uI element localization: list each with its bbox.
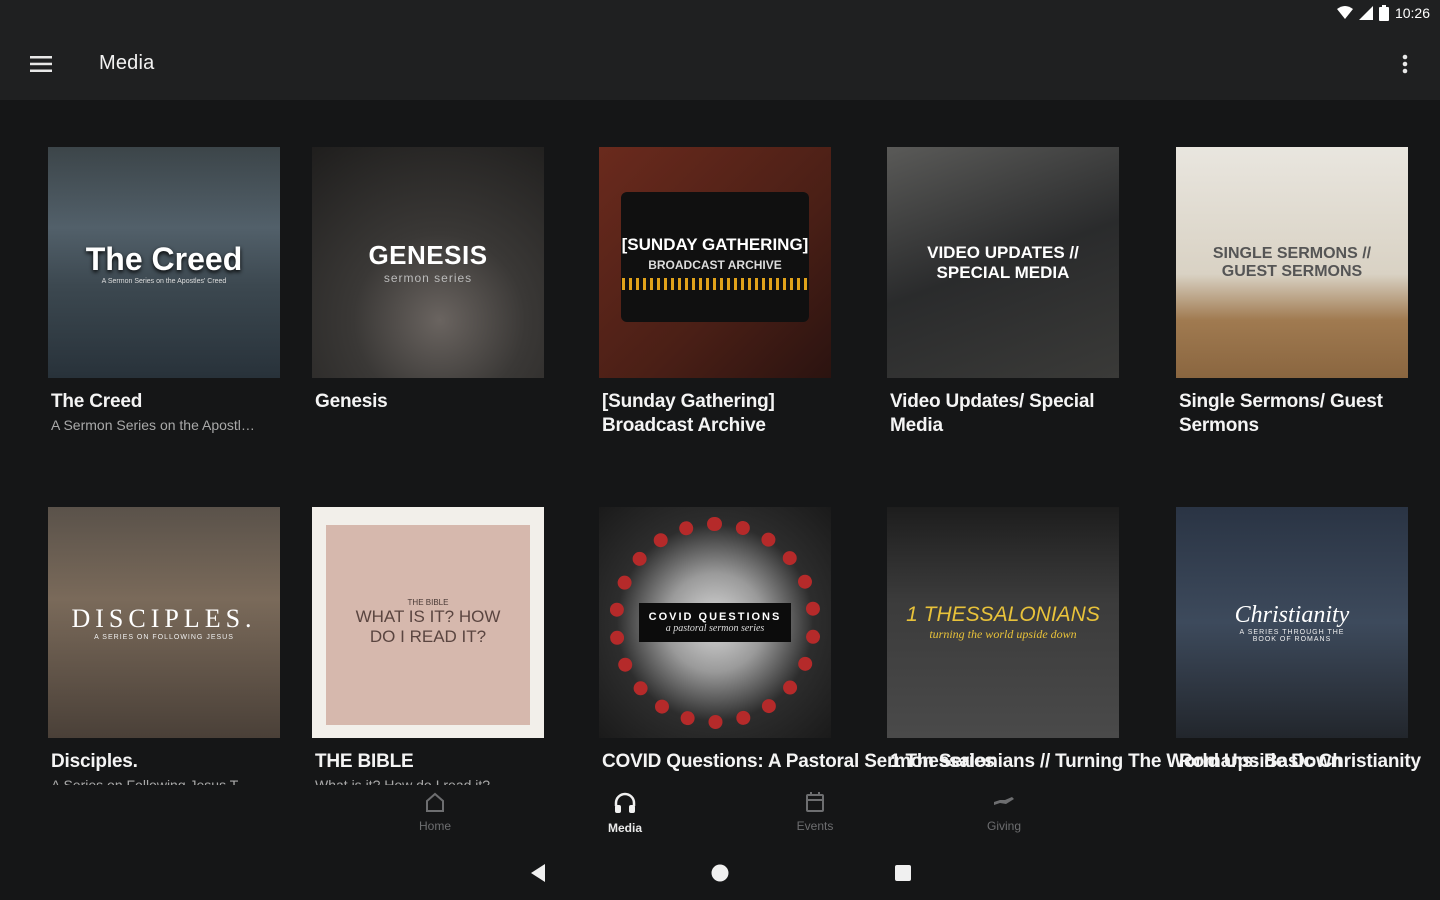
thumb-subtitle: sermon series [383, 271, 473, 285]
back-icon[interactable] [526, 861, 550, 885]
system-navigation-bar [0, 845, 1440, 900]
recents-icon[interactable] [891, 861, 915, 885]
card-subtitle: A Sermon Series on the Apostl… [51, 417, 255, 433]
media-card-the-bible[interactable]: THE BIBLE WHAT IS IT? HOW DO I READ IT? … [312, 507, 544, 785]
home-circle-icon[interactable] [708, 861, 732, 885]
wifi-icon [1336, 6, 1353, 19]
card-thumbnail: GENESIS sermon series [312, 147, 544, 378]
card-thumbnail: THE BIBLE WHAT IS IT? HOW DO I READ IT? [312, 507, 544, 738]
giving-icon [994, 797, 1014, 805]
card-thumbnail: Christianity A SERIES THROUGH THE BOOK O… [1176, 507, 1408, 738]
card-subtitle: What is it? How do I read it? [315, 777, 491, 785]
thumb-subtitle: A SERIES THROUGH THE BOOK OF ROMANS [1239, 629, 1345, 643]
media-card-video-updates[interactable]: VIDEO UPDATES // SPECIAL MEDIA Video Upd… [887, 147, 1119, 438]
thumb-title: 1 THESSALONIANS [906, 603, 1100, 626]
bottom-navigation: Home Media Events Giving [0, 785, 1440, 845]
thumb-title: COVID QUESTIONS [648, 611, 782, 623]
status-icons: 10:26 [1336, 5, 1430, 21]
nav-media[interactable]: Media [580, 791, 670, 835]
card-title: Genesis [315, 391, 388, 412]
media-card-genesis[interactable]: GENESIS sermon series Genesis [312, 147, 544, 414]
media-card-covid-questions[interactable]: COVID QUESTIONS a pastoral sermon series… [599, 507, 995, 774]
card-title: THE BIBLE [315, 751, 414, 772]
thumb-title: [SUNDAY GATHERING] [621, 235, 809, 254]
media-card-single-sermons[interactable]: SINGLE SERMONS // GUEST SERMONS Single S… [1176, 147, 1408, 438]
thumb-title: Christianity [1234, 602, 1350, 628]
thumb-subtitle: BROADCAST ARCHIVE [648, 258, 782, 272]
nav-home[interactable]: Home [390, 791, 480, 833]
media-card-disciples[interactable]: DISCIPLES. A SERIES ON FOLLOWING JESUS D… [48, 507, 280, 785]
thumb-title: WHAT IS IT? HOW DO I READ IT? [355, 607, 501, 646]
media-card-romans[interactable]: Christianity A SERIES THROUGH THE BOOK O… [1176, 507, 1421, 774]
card-thumbnail: 1 THESSALONIANS turning the world upside… [887, 507, 1119, 738]
card-title: 1 Thessalonians // Turning The World Ups… [890, 751, 1343, 772]
media-card-1-thessalonians[interactable]: 1 THESSALONIANS turning the world upside… [887, 507, 1343, 774]
card-title: Video Updates/ Special Media [890, 391, 1095, 436]
card-thumbnail: [SUNDAY GATHERING] BROADCAST ARCHIVE [599, 147, 831, 378]
card-title: Romans: Basic Christianity [1179, 751, 1421, 772]
card-thumbnail: VIDEO UPDATES // SPECIAL MEDIA [887, 147, 1119, 378]
nav-events[interactable]: Events [770, 791, 860, 833]
home-icon [426, 792, 444, 812]
thumb-title: VIDEO UPDATES // [927, 242, 1079, 262]
calendar-icon [806, 792, 824, 812]
card-thumbnail: The Creed A Sermon Series on the Apostle… [48, 147, 280, 378]
waveform-graphic [621, 278, 809, 290]
menu-icon[interactable] [22, 46, 60, 82]
status-bar: 10:26 [0, 0, 1440, 28]
card-title: The Creed [51, 391, 143, 412]
card-subtitle: A Series on Following Jesus T… [51, 777, 253, 785]
thumb-title: DISCIPLES. [71, 604, 257, 633]
card-title: [Sunday Gathering] Broadcast Archive [602, 391, 775, 436]
thumb-title: GENESIS [368, 240, 488, 270]
thumb-subtitle: SPECIAL MEDIA [936, 262, 1070, 282]
battery-icon [1378, 5, 1389, 21]
nav-media-label: Media [607, 821, 642, 835]
card-thumbnail: SINGLE SERMONS // GUEST SERMONS [1176, 147, 1408, 378]
nav-home-label: Home [418, 819, 451, 833]
media-card-the-creed[interactable]: The Creed A Sermon Series on the Apostle… [48, 147, 280, 434]
more-vert-icon[interactable] [1390, 46, 1420, 82]
media-grid: The Creed A Sermon Series on the Apostle… [0, 100, 1440, 785]
headphones-icon [614, 792, 636, 813]
thumb-subtitle: turning the world upside down [929, 627, 1077, 641]
card-thumbnail: DISCIPLES. A SERIES ON FOLLOWING JESUS [48, 507, 280, 738]
thumb-subtitle: a pastoral sermon series [665, 623, 765, 634]
nav-giving-label: Giving [986, 819, 1021, 833]
card-title: COVID Questions: A Pastoral Sermon Serie… [602, 751, 995, 772]
card-title: Single Sermons/ Guest Sermons [1179, 391, 1383, 436]
card-thumbnail: COVID QUESTIONS a pastoral sermon series [599, 507, 831, 738]
nav-giving[interactable]: Giving [959, 791, 1049, 833]
thumb-title: SINGLE SERMONS // [1212, 244, 1372, 262]
thumb-subtitle: A SERIES ON FOLLOWING JESUS [94, 634, 234, 641]
nav-events-label: Events [796, 819, 834, 833]
thumb-subtitle: THE BIBLE [407, 598, 449, 607]
thumb-title: The Creed [85, 240, 243, 277]
page-title: Media [99, 52, 155, 74]
thumb-subtitle: A Sermon Series on the Apostles' Creed [101, 277, 227, 285]
status-time: 10:26 [1394, 5, 1430, 21]
app-bar: Media [0, 28, 1440, 100]
card-title: Disciples. [51, 751, 138, 772]
thumb-subtitle: GUEST SERMONS [1221, 262, 1363, 280]
media-card-sunday-gathering[interactable]: [SUNDAY GATHERING] BROADCAST ARCHIVE [Su… [599, 147, 831, 438]
signal-icon [1358, 6, 1373, 20]
